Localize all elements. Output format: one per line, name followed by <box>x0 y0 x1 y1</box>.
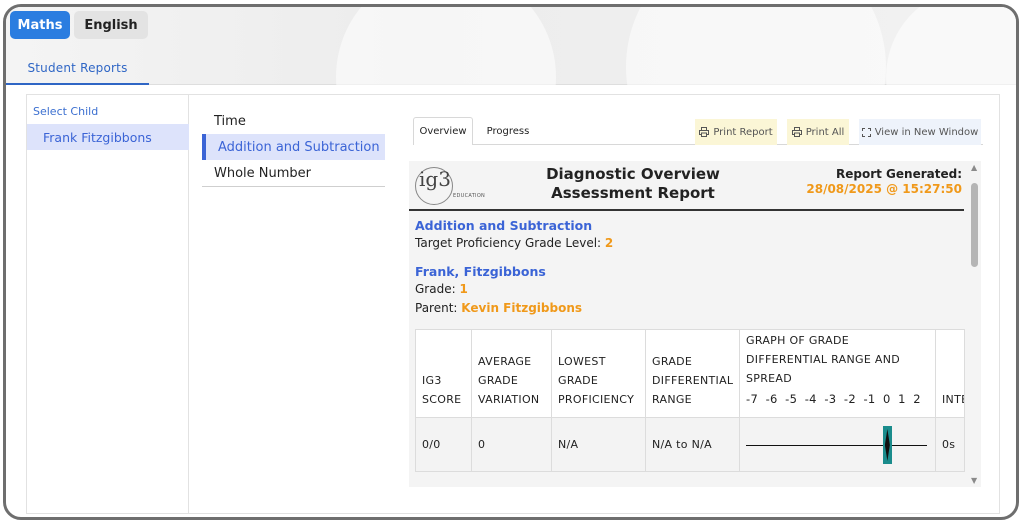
table-row: 0/0 0 N/A N/A to N/A 0s <box>415 417 965 472</box>
cell-interaction: 0s <box>935 417 965 472</box>
student-grade: Grade: 1 <box>415 282 468 296</box>
print-all-label: Print All <box>805 126 845 138</box>
view-new-window-label: View in New Window <box>874 126 979 138</box>
topic-item-whole-number[interactable]: Whole Number <box>202 160 385 186</box>
col-header-range: GRADE DIFFERENTIAL RANGE <box>645 329 740 418</box>
report-header: ig3 EDUCATION Diagnostic Overview Assess… <box>409 161 964 211</box>
col-header-lowest: LOWEST GRADE PROFICIENCY <box>551 329 646 418</box>
col-header-score: IG3 SCORE <box>415 329 472 418</box>
cell-lowest: N/A <box>551 417 646 472</box>
scroll-thumb[interactable] <box>971 183 978 267</box>
app-window: Maths English Student Reports Select Chi… <box>3 4 1019 520</box>
report-scrollbar[interactable]: ▲ ▼ <box>969 161 981 487</box>
col-header-graph: GRAPH OF GRADE DIFFERENTIAL RANGE AND SP… <box>739 329 936 418</box>
graph-axis-line <box>746 444 927 446</box>
tab-maths[interactable]: Maths <box>10 11 70 39</box>
select-child-label: Select Child <box>33 105 99 118</box>
report-title: Diagnostic Overview Assessment Report <box>546 165 720 202</box>
graph-tick: -1 <box>863 392 876 406</box>
cell-score: 0/0 <box>415 417 472 472</box>
graph-tick: 2 <box>913 392 921 406</box>
printer-icon <box>699 127 710 137</box>
report-topic: Addition and Subtraction <box>415 218 593 233</box>
graph-tick: 1 <box>898 392 906 406</box>
cell-variation: 0 <box>471 417 552 472</box>
report-document: ig3 EDUCATION Diagnostic Overview Assess… <box>409 161 981 487</box>
scroll-down-icon[interactable]: ▼ <box>971 476 977 485</box>
graph-tick: -2 <box>843 392 856 406</box>
graph-tick: -6 <box>765 392 778 406</box>
table-header-row: IG3 SCORE AVERAGE GRADE VARIATION LOWEST… <box>415 329 965 418</box>
ig3-logo: ig3 EDUCATION <box>415 167 487 205</box>
print-all-button[interactable]: Print All <box>787 119 849 145</box>
print-report-button[interactable]: Print Report <box>695 119 777 145</box>
cell-graph <box>739 417 936 472</box>
topic-item-time[interactable]: Time <box>202 108 385 134</box>
graph-tick: -7 <box>746 392 759 406</box>
tab-overview[interactable]: Overview <box>413 117 473 145</box>
print-report-label: Print Report <box>713 126 773 138</box>
graph-ticks: -7 -6 -5 -4 -3 -2 -1 0 1 2 <box>746 390 929 409</box>
child-item[interactable]: Frank Fitzgibbons <box>27 124 189 150</box>
tab-english[interactable]: English <box>74 11 148 39</box>
graph-tick: -5 <box>785 392 798 406</box>
col-header-interaction: INTERACTION TIME <box>935 329 965 418</box>
child-selector: Select Child Frank Fitzgibbons <box>27 95 189 513</box>
parent-name: Parent: Kevin Fitzgibbons <box>415 301 583 315</box>
tab-student-reports[interactable]: Student Reports <box>6 53 149 85</box>
graph-tick: -4 <box>804 392 817 406</box>
report-generated: Report Generated: 28/08/2025 @ 15:27:50 <box>806 167 962 196</box>
tab-progress[interactable]: Progress <box>475 117 541 145</box>
graph-range-marker <box>882 426 892 464</box>
report-table: IG3 SCORE AVERAGE GRADE VARIATION LOWEST… <box>415 329 965 472</box>
graph-tick: 0 <box>883 392 891 406</box>
col-header-variation: AVERAGE GRADE VARIATION <box>471 329 552 418</box>
topic-list: Time Addition and Subtraction Whole Numb… <box>202 108 385 187</box>
scroll-up-icon[interactable]: ▲ <box>971 163 977 172</box>
top-banner: Maths English Student Reports <box>6 7 1016 197</box>
topic-divider <box>202 186 385 187</box>
report-panel: Overview Progress Print Report Print All… <box>409 117 983 497</box>
student-name: Frank, Fitzgibbons <box>415 264 546 279</box>
cell-range: N/A to N/A <box>645 417 740 472</box>
view-new-window-button[interactable]: View in New Window <box>859 119 981 145</box>
graph-tick: -3 <box>824 392 837 406</box>
target-proficiency: Target Proficiency Grade Level: 2 <box>415 236 614 250</box>
main-content: Select Child Frank Fitzgibbons Time Addi… <box>26 94 1000 514</box>
expand-icon <box>861 127 871 137</box>
topic-item-addition-subtraction[interactable]: Addition and Subtraction <box>202 134 385 160</box>
printer-icon <box>791 127 802 137</box>
